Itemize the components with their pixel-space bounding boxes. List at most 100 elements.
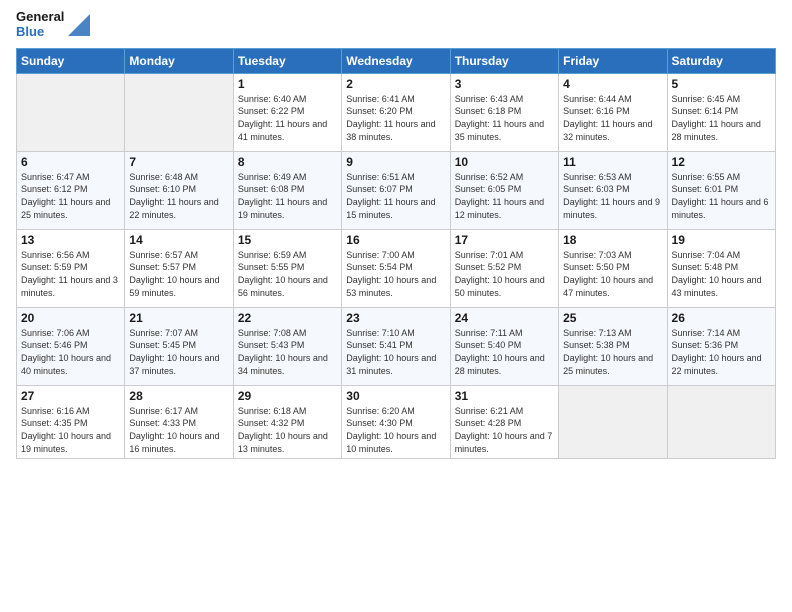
- calendar-cell-4-2: 29Sunrise: 6:18 AMSunset: 4:32 PMDayligh…: [233, 385, 341, 458]
- calendar-cell-3-4: 24 Sunrise: 7:11 AMSunset: 5:40 PMDayligh…: [450, 307, 558, 385]
- calendar-cell-1-0: 6 Sunrise: 6:47 AMSunset: 6:12 PMDaylight…: [17, 151, 125, 229]
- calendar-cell-0-2: 1Sunrise: 6:40 AMSunset: 6:22 PMDaylight…: [233, 73, 341, 151]
- weekday-header-tuesday: Tuesday: [233, 48, 341, 73]
- day-info: Sunrise: 6:59 AMSunset: 5:55 PMDaylight:…: [238, 249, 337, 299]
- day-info: Sunrise: 6:41 AMSunset: 6:20 PMDaylight:…: [346, 93, 445, 143]
- logo-triangle-icon: [68, 14, 90, 36]
- day-number: 13: [21, 233, 120, 247]
- day-number: 15: [238, 233, 337, 247]
- calendar-cell-3-0: 20 Sunrise: 7:06 AMSunset: 5:46 PMDayligh…: [17, 307, 125, 385]
- weekday-header-row: SundayMondayTuesdayWednesdayThursdayFrid…: [17, 48, 776, 73]
- calendar-cell-0-5: 4 Sunrise: 6:44 AMSunset: 6:16 PMDaylight…: [559, 73, 667, 151]
- day-info: Sunrise: 7:13 AMSunset: 5:38 PMDaylight:…: [563, 327, 662, 377]
- calendar-cell-4-4: 31 Sunrise: 6:21 AMSunset: 4:28 PMDayligh…: [450, 385, 558, 458]
- day-number: 17: [455, 233, 554, 247]
- calendar-cell-0-6: 5Sunrise: 6:45 AMSunset: 6:14 PMDaylight…: [667, 73, 775, 151]
- weekday-header-friday: Friday: [559, 48, 667, 73]
- day-info: Sunrise: 6:53 AMSunset: 6:03 PMDaylight:…: [563, 171, 662, 221]
- calendar-cell-2-3: 16 Sunrise: 7:00 AMSunset: 5:54 PMDayligh…: [342, 229, 450, 307]
- calendar-cell-0-1: [125, 73, 233, 151]
- calendar-week-1: 1Sunrise: 6:40 AMSunset: 6:22 PMDaylight…: [17, 73, 776, 151]
- day-info: Sunrise: 7:06 AMSunset: 5:46 PMDaylight:…: [21, 327, 120, 377]
- calendar-cell-1-5: 11 Sunrise: 6:53 AMSunset: 6:03 PMDayligh…: [559, 151, 667, 229]
- day-info: Sunrise: 6:21 AMSunset: 4:28 PMDaylight:…: [455, 405, 554, 455]
- calendar-cell-3-6: 26 Sunrise: 7:14 AMSunset: 5:36 PMDayligh…: [667, 307, 775, 385]
- day-number: 2: [346, 77, 445, 91]
- day-info: Sunrise: 6:49 AMSunset: 6:08 PMDaylight:…: [238, 171, 337, 221]
- calendar-cell-2-6: 19Sunrise: 7:04 AMSunset: 5:48 PMDayligh…: [667, 229, 775, 307]
- day-info: Sunrise: 6:56 AMSunset: 5:59 PMDaylight:…: [21, 249, 120, 299]
- calendar-cell-1-6: 12 Sunrise: 6:55 AMSunset: 6:01 PMDayligh…: [667, 151, 775, 229]
- day-number: 22: [238, 311, 337, 325]
- day-number: 27: [21, 389, 120, 403]
- calendar-cell-4-6: [667, 385, 775, 458]
- logo-text: General Blue: [16, 10, 64, 40]
- calendar-cell-2-2: 15 Sunrise: 6:59 AMSunset: 5:55 PMDayligh…: [233, 229, 341, 307]
- day-number: 16: [346, 233, 445, 247]
- day-info: Sunrise: 7:14 AMSunset: 5:36 PMDaylight:…: [672, 327, 771, 377]
- day-info: Sunrise: 6:55 AMSunset: 6:01 PMDaylight:…: [672, 171, 771, 221]
- day-info: Sunrise: 6:40 AMSunset: 6:22 PMDaylight:…: [238, 93, 337, 143]
- day-info: Sunrise: 6:48 AMSunset: 6:10 PMDaylight:…: [129, 171, 228, 221]
- day-info: Sunrise: 7:07 AMSunset: 5:45 PMDaylight:…: [129, 327, 228, 377]
- calendar-cell-3-1: 21 Sunrise: 7:07 AMSunset: 5:45 PMDayligh…: [125, 307, 233, 385]
- calendar-cell-4-3: 30Sunrise: 6:20 AMSunset: 4:30 PMDayligh…: [342, 385, 450, 458]
- day-info: Sunrise: 6:47 AMSunset: 6:12 PMDaylight:…: [21, 171, 120, 221]
- day-number: 4: [563, 77, 662, 91]
- day-info: Sunrise: 7:03 AMSunset: 5:50 PMDaylight:…: [563, 249, 662, 299]
- day-number: 11: [563, 155, 662, 169]
- header: General Blue: [16, 10, 776, 40]
- day-number: 10: [455, 155, 554, 169]
- day-info: Sunrise: 6:52 AMSunset: 6:05 PMDaylight:…: [455, 171, 554, 221]
- calendar-cell-2-0: 13 Sunrise: 6:56 AMSunset: 5:59 PMDayligh…: [17, 229, 125, 307]
- calendar-cell-4-0: 27 Sunrise: 6:16 AMSunset: 4:35 PMDayligh…: [17, 385, 125, 458]
- day-number: 20: [21, 311, 120, 325]
- weekday-header-monday: Monday: [125, 48, 233, 73]
- day-number: 21: [129, 311, 228, 325]
- day-number: 12: [672, 155, 771, 169]
- day-info: Sunrise: 7:11 AMSunset: 5:40 PMDaylight:…: [455, 327, 554, 377]
- day-info: Sunrise: 7:00 AMSunset: 5:54 PMDaylight:…: [346, 249, 445, 299]
- day-info: Sunrise: 6:51 AMSunset: 6:07 PMDaylight:…: [346, 171, 445, 221]
- weekday-header-sunday: Sunday: [17, 48, 125, 73]
- calendar-cell-1-1: 7 Sunrise: 6:48 AMSunset: 6:10 PMDaylight…: [125, 151, 233, 229]
- calendar-table: SundayMondayTuesdayWednesdayThursdayFrid…: [16, 48, 776, 459]
- weekday-header-saturday: Saturday: [667, 48, 775, 73]
- day-info: Sunrise: 6:57 AMSunset: 5:57 PMDaylight:…: [129, 249, 228, 299]
- day-info: Sunrise: 6:44 AMSunset: 6:16 PMDaylight:…: [563, 93, 662, 143]
- day-number: 7: [129, 155, 228, 169]
- day-info: Sunrise: 6:16 AMSunset: 4:35 PMDaylight:…: [21, 405, 120, 455]
- day-info: Sunrise: 6:17 AMSunset: 4:33 PMDaylight:…: [129, 405, 228, 455]
- calendar-cell-3-5: 25 Sunrise: 7:13 AMSunset: 5:38 PMDayligh…: [559, 307, 667, 385]
- calendar-cell-3-3: 23Sunrise: 7:10 AMSunset: 5:41 PMDayligh…: [342, 307, 450, 385]
- day-number: 25: [563, 311, 662, 325]
- day-info: Sunrise: 6:18 AMSunset: 4:32 PMDaylight:…: [238, 405, 337, 455]
- day-number: 31: [455, 389, 554, 403]
- day-number: 8: [238, 155, 337, 169]
- day-number: 14: [129, 233, 228, 247]
- calendar-cell-0-3: 2 Sunrise: 6:41 AMSunset: 6:20 PMDaylight…: [342, 73, 450, 151]
- calendar-cell-4-5: [559, 385, 667, 458]
- weekday-header-wednesday: Wednesday: [342, 48, 450, 73]
- day-number: 24: [455, 311, 554, 325]
- calendar-cell-0-4: 3 Sunrise: 6:43 AMSunset: 6:18 PMDaylight…: [450, 73, 558, 151]
- day-number: 28: [129, 389, 228, 403]
- calendar-cell-2-1: 14 Sunrise: 6:57 AMSunset: 5:57 PMDayligh…: [125, 229, 233, 307]
- day-number: 26: [672, 311, 771, 325]
- day-info: Sunrise: 6:43 AMSunset: 6:18 PMDaylight:…: [455, 93, 554, 143]
- day-number: 6: [21, 155, 120, 169]
- weekday-header-thursday: Thursday: [450, 48, 558, 73]
- calendar-week-5: 27 Sunrise: 6:16 AMSunset: 4:35 PMDayligh…: [17, 385, 776, 458]
- calendar-cell-0-0: [17, 73, 125, 151]
- day-info: Sunrise: 6:45 AMSunset: 6:14 PMDaylight:…: [672, 93, 771, 143]
- day-number: 9: [346, 155, 445, 169]
- calendar-week-2: 6 Sunrise: 6:47 AMSunset: 6:12 PMDaylight…: [17, 151, 776, 229]
- calendar-week-3: 13 Sunrise: 6:56 AMSunset: 5:59 PMDayligh…: [17, 229, 776, 307]
- calendar-week-4: 20 Sunrise: 7:06 AMSunset: 5:46 PMDayligh…: [17, 307, 776, 385]
- day-info: Sunrise: 7:10 AMSunset: 5:41 PMDaylight:…: [346, 327, 445, 377]
- day-number: 18: [563, 233, 662, 247]
- day-number: 3: [455, 77, 554, 91]
- logo: General Blue: [16, 10, 90, 40]
- calendar-cell-2-4: 17Sunrise: 7:01 AMSunset: 5:52 PMDayligh…: [450, 229, 558, 307]
- calendar-cell-1-2: 8 Sunrise: 6:49 AMSunset: 6:08 PMDaylight…: [233, 151, 341, 229]
